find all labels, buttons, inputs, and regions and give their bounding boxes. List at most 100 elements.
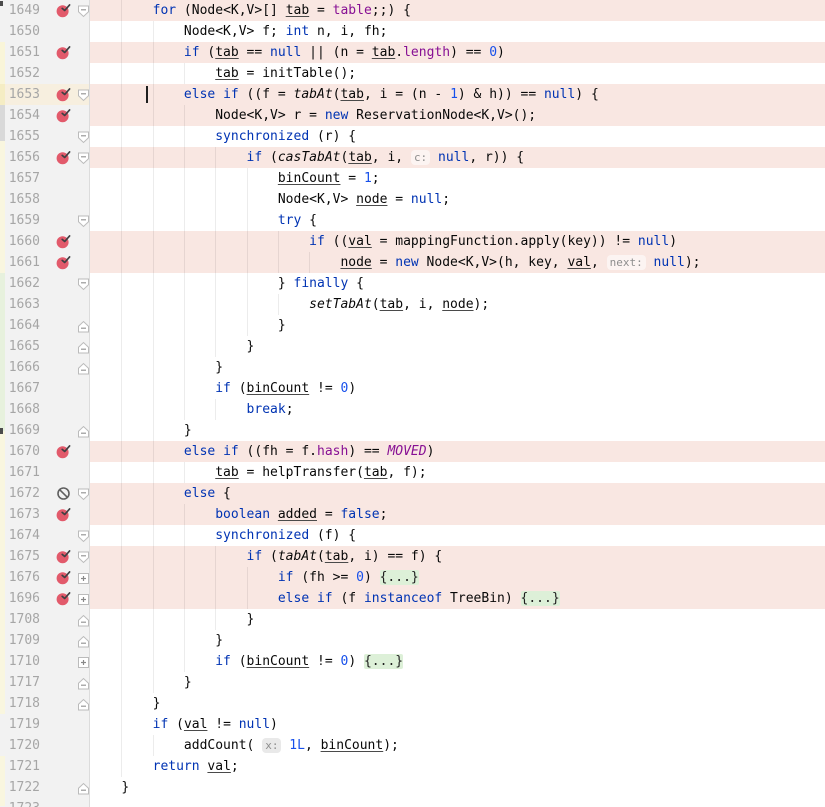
fold-end-icon[interactable] (77, 676, 90, 690)
code-line-text[interactable]: binCount = 1; (90, 168, 825, 189)
code-text: , i, (403, 297, 443, 312)
code-line-text[interactable]: } (90, 630, 825, 651)
code-line-text[interactable]: Node<K,V> f; int n, i, fh; (90, 21, 825, 42)
code-line-text[interactable]: } (90, 609, 825, 630)
code-line-text[interactable]: } (90, 672, 825, 693)
code-line-text[interactable]: synchronized (f) { (90, 525, 825, 546)
code-line-text[interactable]: for (Node<K,V>[] tab = table;;) { (90, 0, 825, 21)
code-line-text[interactable]: tab = initTable(); (90, 63, 825, 84)
code-line-text[interactable]: } (90, 315, 825, 336)
coverage-passed-icon[interactable] (56, 591, 71, 606)
code-line-text[interactable]: try { (90, 210, 825, 231)
code-line-text[interactable]: else if (f instanceof TreeBin) {...} (90, 588, 825, 609)
keyword-text: null (238, 717, 271, 732)
folded-code-chip[interactable]: {...} (520, 591, 560, 606)
keyword-text: break (246, 402, 286, 417)
fold-expand-icon[interactable] (77, 655, 90, 668)
fold-expand-icon[interactable] (77, 571, 90, 584)
code-line-text[interactable]: if (val != null) (90, 714, 825, 735)
code-line-text[interactable]: if (tabAt(tab, i) == f) { (90, 546, 825, 567)
code-line-text[interactable]: setTabAt(tab, i, node); (90, 294, 825, 315)
coverage-passed-icon[interactable] (56, 444, 71, 459)
code-line-text[interactable]: } (90, 420, 825, 441)
code-line-text[interactable]: if ((val = mappingFunction.apply(key)) !… (90, 231, 825, 252)
folded-code-chip[interactable]: {...} (363, 654, 404, 669)
code-line-text[interactable]: else if ((f = tabAt(tab, i = (n - 1) & h… (90, 84, 825, 105)
code-line-text[interactable]: if (tab == null || (n = tab.length) == 0… (90, 42, 825, 63)
coverage-passed-icon[interactable] (56, 3, 71, 18)
code-text: ) (669, 234, 678, 249)
code-line-text[interactable]: } (90, 357, 825, 378)
code-line-text[interactable]: } (90, 336, 825, 357)
number-literal: 0 (489, 45, 498, 60)
coverage-passed-icon[interactable] (56, 570, 71, 585)
gutter: 1676 (0, 567, 90, 588)
indent-guide (152, 105, 154, 126)
fold-end-icon[interactable] (77, 613, 90, 627)
keyword-text: null (637, 234, 670, 249)
code-line-text[interactable]: if (fh >= 0) {...} (90, 567, 825, 588)
local-variable: tab (285, 3, 310, 18)
coverage-passed-icon[interactable] (56, 150, 71, 165)
fold-end-icon[interactable] (77, 781, 90, 795)
fold-end-icon[interactable] (77, 424, 90, 438)
local-variable: val (183, 717, 208, 732)
code-line-text[interactable]: } finally { (90, 273, 825, 294)
code-line-text[interactable]: if (binCount != 0) (90, 378, 825, 399)
fold-collapse-icon[interactable] (77, 88, 90, 102)
coverage-passed-icon[interactable] (56, 234, 71, 249)
code-line-text[interactable]: tab = helpTransfer(tab, f); (90, 462, 825, 483)
fold-collapse-icon[interactable] (77, 130, 90, 144)
gutter: 1651 (0, 42, 90, 63)
fold-collapse-icon[interactable] (77, 487, 90, 501)
fold-end-icon[interactable] (77, 697, 90, 711)
code-line-text[interactable]: if (casTabAt(tab, i, c: null, r)) { (90, 147, 825, 168)
code-line-text[interactable]: Node<K,V> r = new ReservationNode<K,V>()… (90, 105, 825, 126)
code-line-text[interactable]: break; (90, 399, 825, 420)
coverage-passed-icon[interactable] (56, 87, 71, 102)
text-caret (146, 86, 149, 103)
line-number: 1664 (8, 318, 40, 333)
indent-guide (215, 294, 217, 315)
code-line-text[interactable]: if (binCount != 0) {...} (90, 651, 825, 672)
code-line-text[interactable] (90, 798, 825, 807)
indent-guide (152, 672, 154, 693)
code-line-text[interactable]: synchronized (r) { (90, 126, 825, 147)
fold-collapse-icon[interactable] (77, 151, 90, 165)
fold-collapse-icon[interactable] (77, 214, 90, 228)
coverage-passed-icon[interactable] (56, 549, 71, 564)
code-line-text[interactable]: node = new Node<K,V>(h, key, val, next: … (90, 252, 825, 273)
fold-end-icon[interactable] (77, 319, 90, 333)
coverage-passed-icon[interactable] (56, 507, 71, 522)
number-literal: 0 (356, 570, 364, 585)
gutter: 1670 (0, 441, 90, 462)
fold-collapse-icon[interactable] (77, 550, 90, 564)
coverage-passed-icon[interactable] (56, 108, 71, 123)
code-line: 1668 break; (0, 399, 825, 420)
fold-expand-icon[interactable] (77, 592, 90, 605)
code-line-text[interactable]: } (90, 693, 825, 714)
code-line: 1662 } finally { (0, 273, 825, 294)
fold-collapse-icon[interactable] (77, 4, 90, 18)
indent-guide (183, 252, 185, 273)
fold-end-icon[interactable] (77, 634, 90, 648)
coverage-passed-icon[interactable] (56, 255, 71, 270)
no-coverage-icon[interactable] (56, 486, 71, 501)
code-line-text[interactable]: return val; (90, 756, 825, 777)
code-line-text[interactable]: else { (90, 483, 825, 504)
code-line-text[interactable]: addCount( x: 1L, binCount); (90, 735, 825, 756)
fold-collapse-icon[interactable] (77, 529, 90, 543)
fold-end-icon[interactable] (77, 340, 90, 354)
code-line-text[interactable]: } (90, 777, 825, 798)
fold-end-icon[interactable] (77, 361, 90, 375)
folded-code-chip[interactable]: {...} (379, 570, 419, 585)
code-line-text[interactable]: Node<K,V> node = null; (90, 189, 825, 210)
gutter: 1652 (0, 63, 90, 84)
code-line: 1660 if ((val = mappingFunction.apply(ke… (0, 231, 825, 252)
code-line-text[interactable]: boolean added = false; (90, 504, 825, 525)
coverage-passed-icon[interactable] (56, 45, 71, 60)
fold-collapse-icon[interactable] (77, 277, 90, 291)
code-line-text[interactable]: else if ((fh = f.hash) == MOVED) (90, 441, 825, 462)
